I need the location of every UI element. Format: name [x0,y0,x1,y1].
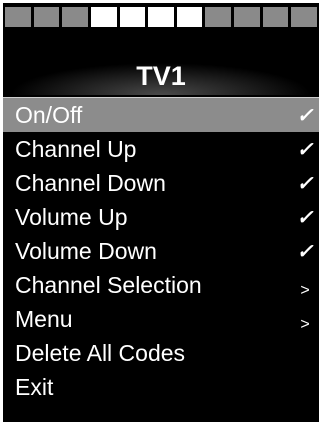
progress-segment [62,7,88,27]
progress-segment [5,7,31,27]
menu-item-volume-down[interactable]: Volume Down ✓ [3,234,319,268]
menu-item-label: Volume Up [15,204,128,230]
checkmark-icon: ✓ [296,207,314,229]
chevron-right-icon: > [300,282,310,299]
menu-item-channel-down[interactable]: Channel Down ✓ [3,166,319,200]
checkmark-icon: ✓ [296,173,314,195]
progress-segment [90,7,117,27]
progress-segment [291,7,318,27]
menu-item-label: Channel Selection [15,272,202,298]
checkmark-icon: ✓ [296,241,314,263]
progress-segment [262,7,289,27]
progress-segment [205,7,232,27]
menu-item-label: Volume Down [15,238,157,264]
progress-indicator [5,7,318,27]
checkmark-icon: ✓ [296,105,314,127]
menu-item-on-off[interactable]: On/Off ✓ [3,97,319,132]
chevron-right-icon: > [300,316,310,333]
menu-item-label: Channel Down [15,170,166,196]
progress-segment [119,7,146,27]
menu-item-channel-selection[interactable]: Channel Selection > [3,268,319,302]
menu-item-label: On/Off [15,102,83,128]
menu-item-volume-up[interactable]: Volume Up ✓ [3,200,319,234]
tv-menu-screen: TV1 On/Off ✓ Channel Up ✓ Channel Down ✓… [3,3,319,422]
progress-segment [148,7,174,27]
menu-item-channel-up[interactable]: Channel Up ✓ [3,132,319,166]
title-bar: TV1 [3,33,319,95]
menu-list: On/Off ✓ Channel Up ✓ Channel Down ✓ Vol… [3,97,319,404]
menu-item-exit[interactable]: Exit [3,370,319,404]
menu-item-label: Channel Up [15,136,137,162]
progress-segment [33,7,60,27]
page-title: TV1 [136,61,186,91]
progress-segment [176,7,203,27]
menu-item-label: Delete All Codes [15,340,186,366]
progress-segment [234,7,260,27]
menu-item-menu[interactable]: Menu > [3,302,319,336]
menu-item-label: Menu [15,306,73,332]
menu-item-delete-all-codes[interactable]: Delete All Codes [3,336,319,370]
menu-item-label: Exit [15,374,54,400]
checkmark-icon: ✓ [296,139,314,161]
